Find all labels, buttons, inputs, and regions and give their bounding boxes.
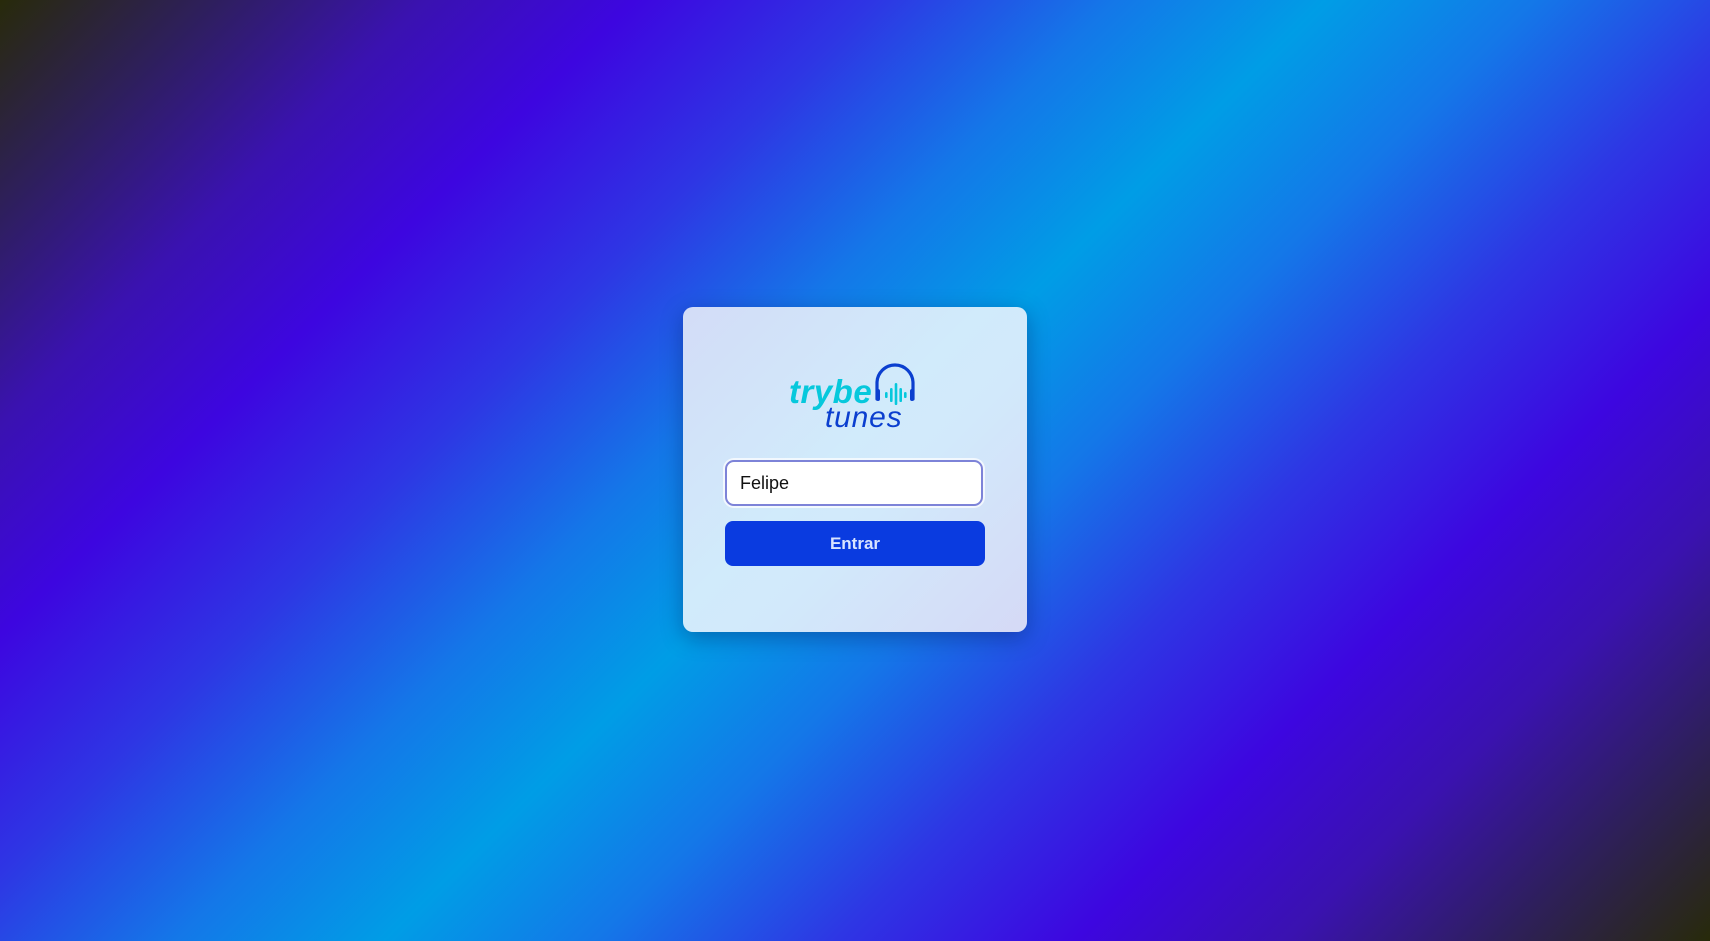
logo-word-tunes: tunes <box>825 401 903 434</box>
name-input[interactable] <box>725 460 983 506</box>
trybe-tunes-logo: trybe tunes <box>787 359 927 441</box>
login-card: trybe tunes Entrar <box>683 307 1027 632</box>
enter-button[interactable]: Entrar <box>725 521 985 566</box>
headphones-icon <box>875 363 915 405</box>
